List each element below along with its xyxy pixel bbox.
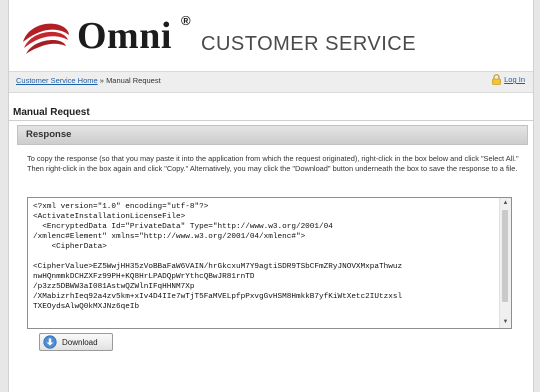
login-link[interactable]: Log In xyxy=(504,75,525,84)
site-header: Omni ® CUSTOMER SERVICE Customer Service… xyxy=(9,0,533,93)
section-title: Response xyxy=(26,129,72,140)
download-icon xyxy=(43,335,57,349)
response-content[interactable]: <?xml version="1.0" encoding="utf-8"?> <… xyxy=(33,202,498,324)
response-textarea[interactable]: <?xml version="1.0" encoding="utf-8"?> <… xyxy=(27,197,512,329)
scroll-down-icon[interactable]: ▼ xyxy=(500,317,511,328)
service-title: CUSTOMER SERVICE xyxy=(201,33,417,55)
login-area[interactable]: Log In xyxy=(492,74,525,85)
page-title: Manual Request xyxy=(13,107,90,118)
textarea-scrollbar[interactable]: ▲ ▼ xyxy=(499,198,511,328)
breadcrumb: Customer Service Home » Manual Request xyxy=(16,76,161,85)
brand-name: Omni xyxy=(77,15,172,57)
breadcrumb-separator: » xyxy=(99,76,104,85)
omni-logo-icon xyxy=(23,23,69,54)
heading-divider xyxy=(9,120,533,121)
lock-icon xyxy=(492,74,501,85)
scroll-up-icon[interactable]: ▲ xyxy=(500,198,511,209)
page-container: Omni ® CUSTOMER SERVICE Customer Service… xyxy=(8,0,534,392)
response-section-header: Response xyxy=(17,125,528,145)
download-button[interactable]: Download xyxy=(39,333,113,351)
breadcrumb-home-link[interactable]: Customer Service Home xyxy=(16,76,98,85)
breadcrumb-current: Manual Request xyxy=(106,76,161,85)
registered-mark: ® xyxy=(181,13,191,28)
instructions-text: To copy the response (so that you may pa… xyxy=(27,154,519,173)
download-label: Download xyxy=(62,337,98,347)
scroll-thumb[interactable] xyxy=(502,210,508,302)
breadcrumb-bar: Customer Service Home » Manual Request L… xyxy=(9,71,533,93)
